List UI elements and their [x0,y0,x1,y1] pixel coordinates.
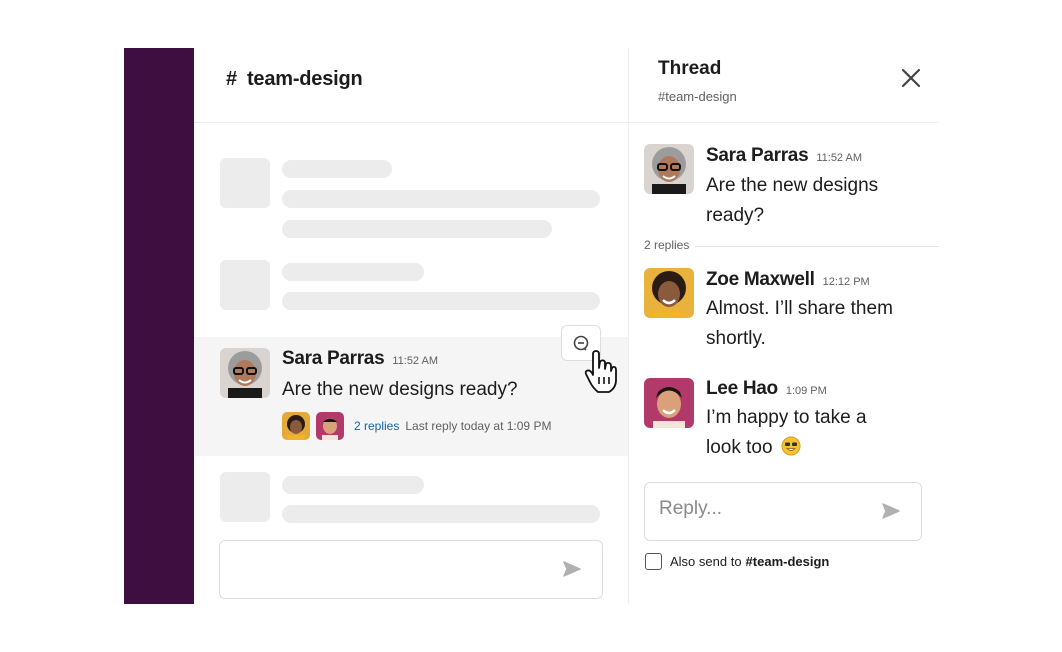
author-name[interactable]: Sara Parras [706,145,809,166]
message-author[interactable]: Sara Parras 11:52 AM [706,145,862,167]
skeleton-line [282,263,424,281]
message-time[interactable]: 11:52 AM [392,355,438,367]
thread-replies-bar[interactable]: 2 replies Last reply today at 1:09 PM [282,412,551,440]
avatar-lee-hao[interactable] [644,378,694,428]
last-reply-text: Last reply today at 1:09 PM [405,419,552,433]
also-send-channel: #team-design [745,554,830,569]
workspace-sidebar [124,48,194,604]
skeleton-line [282,160,392,178]
message-text: Are the new designs ready? [706,175,879,226]
channel-name: team-design [246,68,363,90]
reply-avatar-lee [316,412,344,440]
avatar-zoe-maxwell[interactable] [644,268,694,318]
close-icon[interactable] [899,66,923,90]
thread-pane: Thread #team-design Sara Parras 11:52 AM … [628,48,939,604]
message-text: Are the new designs ready? [282,379,518,400]
reply-input[interactable] [657,497,861,521]
hand-pointer-icon [584,350,617,393]
author-name[interactable]: Zoe Maxwell [706,269,815,290]
avatar-sara-parras[interactable] [220,348,270,398]
skeleton-avatar [220,260,270,310]
replies-link[interactable]: 2 replies [354,419,399,433]
thread-header: Thread #team-design [629,48,939,123]
skeleton-line [282,220,552,238]
message-text: I’m happy to take a look too [706,403,906,463]
channel-message-composer[interactable] [219,540,603,599]
skeleton-line [282,505,600,523]
message-time[interactable]: 1:09 PM [786,385,827,397]
thread-channel-link[interactable]: #team-design [658,89,737,104]
channel-pane: # team-design Sara Parras 11:52 AM Are t… [194,48,628,604]
skeleton-line [282,292,600,310]
channel-hash-icon: # [226,68,237,90]
slack-app-window: # team-design Sara Parras 11:52 AM Are t… [124,48,939,604]
thread-reply-composer[interactable] [644,482,922,541]
avatar-sara-parras[interactable] [644,144,694,194]
reply-avatar-zoe [282,412,310,440]
also-send-label: Also send to [670,554,742,569]
channel-header: # team-design [194,48,628,123]
message-author[interactable]: Lee Hao 1:09 PM [706,378,827,400]
skeleton-avatar [220,472,270,522]
grinning-face-icon [781,436,801,456]
skeleton-line [282,476,424,494]
skeleton-avatar [220,158,270,208]
author-name[interactable]: Sara Parras [282,348,385,369]
message-text: Almost. I’ll share them shortly. [706,298,893,349]
send-icon[interactable] [562,559,582,579]
send-icon[interactable] [881,501,901,521]
channel-title[interactable]: # team-design [226,68,363,91]
author-name[interactable]: Lee Hao [706,378,778,399]
also-send-option[interactable]: Also send to #team-design [645,553,829,570]
message-author[interactable]: Sara Parras 11:52 AM [282,348,438,370]
skeleton-line [282,190,600,208]
thread-title: Thread [658,58,722,79]
message-time[interactable]: 11:52 AM [816,152,862,164]
message-author[interactable]: Zoe Maxwell 12:12 PM [706,269,870,291]
also-send-checkbox[interactable] [645,553,662,570]
message-time[interactable]: 12:12 PM [823,276,870,288]
replies-count: 2 replies [644,238,696,252]
